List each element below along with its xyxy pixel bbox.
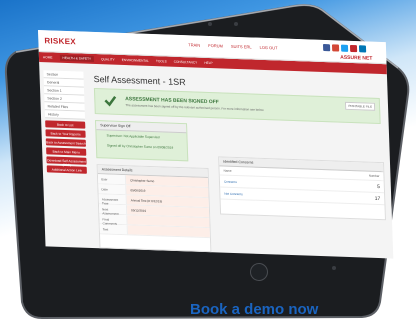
top-link-logout[interactable]: LOG OUT	[259, 45, 277, 51]
nav-home[interactable]: HOME	[43, 55, 53, 59]
checkmark-icon	[104, 95, 117, 107]
home-button[interactable]	[250, 263, 268, 281]
nav-help[interactable]: HELP	[204, 61, 212, 65]
rear-sensor-icon	[332, 266, 336, 270]
concern-name[interactable]: Not Concerns	[224, 191, 242, 196]
concern-count: 5	[376, 183, 380, 190]
sidebar: Section General Section 1 Section 2 Rela…	[43, 70, 87, 174]
linkedin-icon[interactable]	[358, 45, 367, 53]
col-name: Name	[223, 168, 232, 173]
row-label: Final Comments	[99, 214, 128, 226]
back-to-search-button[interactable]: Back to Assessment Search	[45, 138, 86, 147]
sensor-icon	[234, 22, 238, 26]
concern-count: 17	[374, 195, 381, 202]
identified-concerns-panel: Identified Concerns Name Number Concerns…	[218, 156, 387, 221]
twitter-icon[interactable]	[340, 44, 349, 52]
book-demo-cta[interactable]: Book a demo now	[190, 301, 318, 318]
facebook-icon[interactable]	[322, 43, 331, 52]
social-icons	[322, 43, 367, 53]
signed-off-banner: ASSESSMENT HAS BEEN SIGNED OFF The asses…	[93, 87, 381, 125]
printable-file-link[interactable]: PRINTABLE FILE	[345, 101, 376, 111]
top-link-suits[interactable]: SUITS ERL	[231, 44, 252, 50]
supervisor-panel: Supervisor Sign Off Supervisor: Not Appl…	[95, 120, 189, 162]
nav-health-safety[interactable]: HEALTH & SAFETY	[59, 54, 95, 62]
concern-name[interactable]: Concerns	[224, 179, 237, 183]
tablet-device: RISKEX TRAIN FORUM SUITS ERL LOG OUT ASS…	[2, 2, 412, 320]
row-label: Next Assessment Date	[98, 204, 128, 220]
row-label: Text	[99, 224, 128, 235]
assessment-details-panel: Assessment Details User Christopher Sumo…	[96, 164, 212, 253]
nav-tools[interactable]: TOOLS	[156, 59, 167, 63]
youtube-icon[interactable]	[349, 44, 358, 53]
nav-consultancy[interactable]: CONSULTANCY	[174, 60, 198, 65]
front-camera-icon	[208, 22, 212, 26]
row-label: Assessment Type	[98, 194, 127, 206]
logo[interactable]: RISKEX	[44, 36, 76, 46]
row-label: Date	[98, 184, 127, 195]
assure-net-logo: ASSURE NET	[340, 54, 373, 62]
page-title: Self Assessment - 1SR	[93, 73, 186, 88]
back-to-reports-button[interactable]: Back to Your Reports	[45, 129, 86, 138]
google-plus-icon[interactable]	[331, 44, 340, 52]
nav-environmental[interactable]: ENVIRONMENTAL	[122, 58, 149, 63]
screen: RISKEX TRAIN FORUM SUITS ERL LOG OUT ASS…	[38, 30, 394, 259]
col-number: Number	[368, 173, 380, 179]
row-value	[127, 225, 210, 238]
download-pdf-button[interactable]: Download Self Assessment (PDF)	[46, 156, 87, 167]
additional-action-button[interactable]: Additional Action Link	[46, 165, 87, 174]
row-label: User	[97, 174, 127, 185]
back-to-list-button[interactable]: Back to List	[45, 120, 86, 129]
sidebar-item-history[interactable]: History	[44, 110, 86, 120]
top-link-forum[interactable]: FORUM	[208, 43, 223, 49]
back-to-menu-button[interactable]: Back to Main Menu	[46, 147, 87, 156]
top-links: TRAIN FORUM SUITS ERL LOG OUT	[188, 42, 277, 50]
signed-off-by-line: Signed off by Christopher Sumo on 09/08/…	[106, 143, 174, 150]
nav-quality[interactable]: QUALITY	[101, 57, 115, 61]
top-link-train[interactable]: TRAIN	[188, 42, 200, 47]
